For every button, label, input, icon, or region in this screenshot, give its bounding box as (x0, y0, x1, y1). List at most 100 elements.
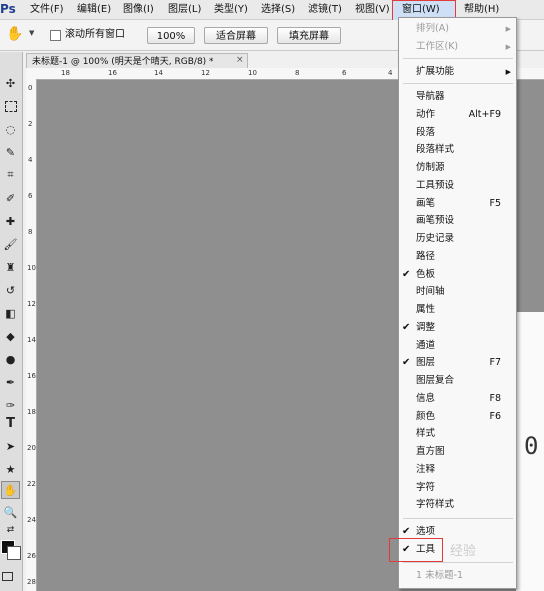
menu-item-panel[interactable]: 属性 (399, 301, 515, 319)
menu-item-panel[interactable]: 路径 (399, 248, 515, 266)
submenu-arrow-icon: ▶ (505, 25, 511, 33)
zoom-100-button[interactable]: 100% (147, 27, 195, 44)
menu-item-panel[interactable]: 段落 (399, 124, 515, 142)
menu-item-panel[interactable]: 通道 (399, 337, 515, 355)
menu-item-panel[interactable]: 图层复合 (399, 372, 515, 390)
menu-image[interactable]: 图像(I) (123, 0, 154, 19)
menu-separator (403, 518, 513, 519)
ruler-left-label: 26 (27, 552, 36, 560)
menu-item-panel[interactable]: 画笔 F5 (399, 195, 515, 213)
zoom-tool-icon[interactable]: 🔍 (1, 503, 20, 521)
pen-tool-icon[interactable]: ✒ (1, 373, 20, 391)
menu-item-extensions[interactable]: 扩展功能 ▶ (399, 63, 515, 81)
menu-item-panel[interactable]: 仿制源 (399, 159, 515, 177)
menu-item-label: 段落样式 (416, 144, 455, 156)
menu-view[interactable]: 视图(V) (355, 0, 390, 19)
dodge-tool-icon[interactable]: ● (1, 350, 20, 368)
quick-mask-icon[interactable] (2, 572, 13, 581)
history-brush-tool-icon[interactable]: ↺ (1, 281, 20, 299)
ruler-left-label: 10 (27, 264, 36, 272)
ruler-top-label: 4 (388, 69, 393, 77)
menu-file[interactable]: 文件(F) (30, 0, 64, 19)
menu-item-panel[interactable]: 画笔预设 (399, 212, 515, 230)
eraser-tool-icon[interactable]: ◧ (1, 304, 20, 322)
menu-select[interactable]: 选择(S) (261, 0, 295, 19)
healing-brush-tool-icon[interactable]: ✚ (1, 212, 20, 230)
menu-item-label: 导航器 (416, 91, 445, 102)
menu-item-panel[interactable]: 注释 (399, 461, 515, 479)
menu-filter[interactable]: 滤镜(T) (308, 0, 342, 19)
menu-item-label: 排列(A) (416, 23, 449, 34)
menu-item-panel[interactable]: 导航器 (399, 88, 515, 106)
ruler-left-label: 22 (27, 480, 36, 488)
tool-preset-chevron-icon[interactable]: ▼ (29, 29, 34, 37)
menu-item-panel[interactable]: 信息 F8 (399, 390, 515, 408)
menu-item-panel[interactable]: 历史记录 (399, 230, 515, 248)
ruler-top-label: 18 (61, 69, 70, 77)
eyedropper-tool-icon[interactable]: ✐ (1, 189, 20, 207)
brush-tool-icon[interactable]: 🖌 (1, 235, 20, 253)
menu-item-label: 工具预设 (416, 179, 455, 191)
menu-item-panel[interactable]: 工具预设 (399, 177, 515, 195)
close-tab-icon[interactable]: × (236, 55, 244, 65)
menu-item-label: 注释 (416, 463, 436, 475)
fit-screen-button[interactable]: 适合屏幕 (204, 27, 268, 44)
background-color-swatch[interactable] (7, 546, 21, 560)
menu-type[interactable]: 类型(Y) (214, 0, 248, 19)
menu-item-label: 直方图 (416, 446, 445, 457)
menu-edit[interactable]: 编辑(E) (77, 0, 111, 19)
document-tab[interactable]: 未标题-1 @ 100% (明天是个晴天, RGB/8) * (26, 53, 248, 69)
menu-item-panel[interactable]: 时间轴 (399, 283, 515, 301)
ruler-top-label: 10 (248, 69, 257, 77)
menu-item-label: 画笔预设 (416, 215, 455, 227)
hand-tool-active-icon[interactable]: ✋ (1, 481, 20, 499)
menu-item-label: 历史记录 (416, 233, 455, 244)
ruler-top-label: 6 (342, 69, 347, 77)
ruler-left-label: 14 (27, 336, 36, 344)
menu-item-label: 段落 (416, 126, 436, 138)
scroll-all-windows-checkbox[interactable] (50, 30, 61, 41)
fill-screen-button[interactable]: 填充屏幕 (277, 27, 341, 44)
marquee-tool-icon[interactable] (1, 97, 20, 115)
menu-item-label: 调整 (416, 321, 436, 333)
scroll-all-windows-label: 滚动所有窗口 (65, 29, 125, 40)
move-tool-icon[interactable]: ✣ (1, 74, 20, 92)
ruler-left-label: 16 (27, 372, 36, 380)
menu-item-panel[interactable]: 颜色 F6 (399, 408, 515, 426)
menu-item-panel[interactable]: ✔ 调整 (399, 319, 515, 337)
menu-item-label: 画笔 (416, 197, 436, 209)
menu-item-shortcut: F7 (489, 357, 501, 369)
watermark-text: 经验 (450, 544, 477, 559)
menu-item-open-document[interactable]: 1 未标题-1 (399, 567, 515, 585)
menu-item-panel[interactable]: 动作 Alt+F9 (399, 106, 515, 124)
menu-item-arrange[interactable]: 排列(A) ▶ (399, 20, 515, 38)
clone-stamp-tool-icon[interactable]: ♜ (1, 258, 20, 276)
crop-tool-icon[interactable]: ⌗ (1, 166, 20, 184)
menu-item-panel[interactable]: 字符样式 (399, 496, 515, 514)
menu-item-label: 扩展功能 (416, 66, 455, 77)
menu-item-label: 通道 (416, 339, 436, 351)
menu-item-panel[interactable]: 直方图 (399, 443, 515, 461)
paint-bucket-tool-icon[interactable]: ◆ (1, 327, 20, 345)
menu-item-panel[interactable]: ✔ 图层 F7 (399, 354, 515, 372)
menu-item-label: 属性 (416, 304, 436, 315)
menu-item-label: 仿制源 (416, 162, 445, 173)
type-tool-icon[interactable]: T (1, 414, 20, 432)
ruler-left-label: 24 (27, 516, 36, 524)
menu-item-panel[interactable]: ✔ 色板 (399, 266, 515, 284)
custom-shape-tool-icon[interactable]: ★ (1, 460, 20, 478)
menu-layer[interactable]: 图层(L) (168, 0, 201, 19)
pen-tool-2-icon[interactable]: ✑ (1, 396, 20, 414)
check-icon: ✔ (402, 321, 411, 333)
menu-item-label: 字符样式 (416, 499, 455, 511)
menu-item-panel[interactable]: 字符 (399, 479, 515, 497)
quick-select-tool-icon[interactable]: ✎ (1, 143, 20, 161)
menu-item-panel[interactable]: 样式 (399, 425, 515, 443)
menu-item-panel[interactable]: 段落样式 (399, 141, 515, 159)
swap-colors-icon[interactable]: ⇄ (1, 521, 20, 539)
menu-separator (403, 83, 513, 84)
menu-item-workspace[interactable]: 工作区(K) ▶ (399, 38, 515, 56)
path-selection-tool-icon[interactable]: ➤ (1, 437, 20, 455)
lasso-tool-icon[interactable]: ◌ (1, 120, 20, 138)
ruler-top-label: 14 (154, 69, 163, 77)
